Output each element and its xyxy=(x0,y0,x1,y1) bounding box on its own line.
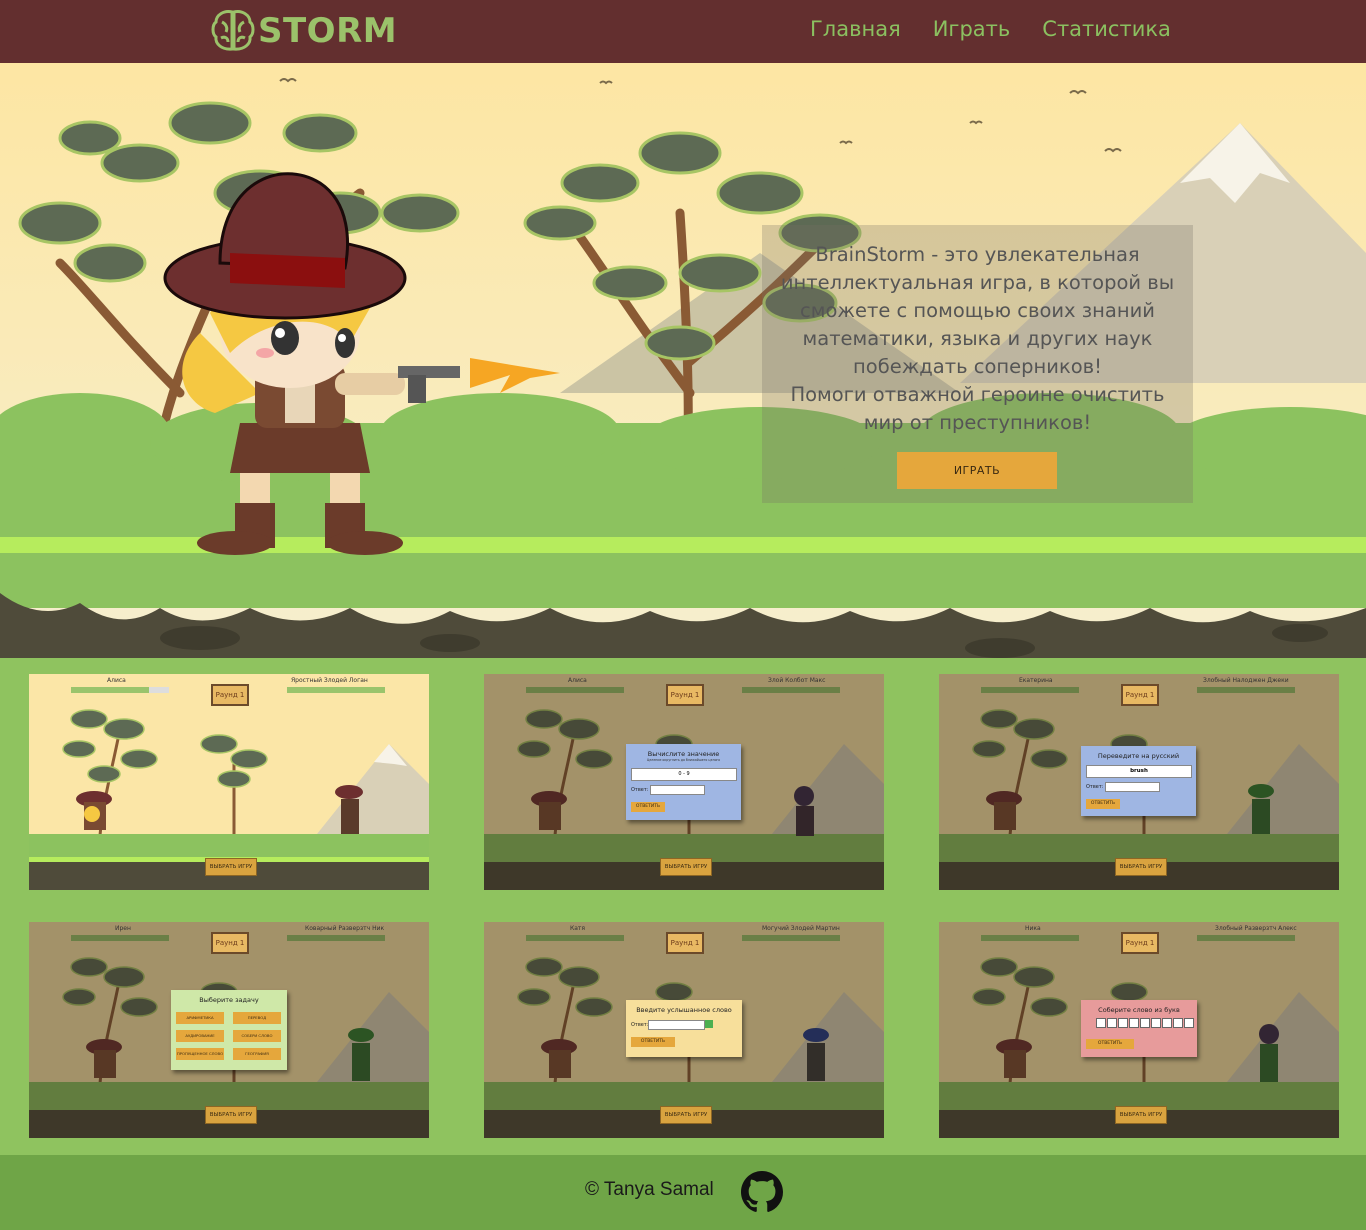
modal-title: Выберите задачу xyxy=(199,996,259,1004)
brand-logo[interactable]: STORM xyxy=(210,6,397,56)
player-name: Алиса xyxy=(107,677,126,684)
task-option: ПЕРЕВОД xyxy=(233,1012,281,1024)
task-modal: Переведите на русский brush Ответ: ОТВЕТ… xyxy=(1081,746,1196,816)
hero-description-line: интеллектуальная игра, в которой вы xyxy=(780,271,1175,294)
answer-label: Ответ: xyxy=(1086,784,1104,790)
copyright-text: © Tanya Samal xyxy=(585,1179,714,1200)
modal-title: Вычислите значение xyxy=(647,750,720,758)
main-nav: Главная Играть Статистика xyxy=(810,17,1171,41)
player-name: Алиса xyxy=(568,677,587,684)
round-badge: Раунд 1 xyxy=(211,932,249,954)
answer-button: ОТВЕТИТЬ xyxy=(631,802,665,812)
hero-description-line: Помоги отважной героине очистить xyxy=(790,383,1165,406)
round-badge: Раунд 1 xyxy=(1121,684,1159,706)
modal-title: Переведите на русский xyxy=(1097,752,1180,760)
answer-input xyxy=(650,785,705,795)
play-audio-icon xyxy=(705,1020,713,1028)
answer-input xyxy=(1105,782,1160,792)
player-name: Ника xyxy=(1025,925,1041,932)
answer-label: Ответ: xyxy=(631,787,649,793)
screenshot-thumbnail[interactable]: Ирен Коварный Разверзтч Ник Раунд 1 ВЫБР… xyxy=(29,922,429,1138)
enemy-name: Злобный Разверзтч Алекс xyxy=(1215,925,1297,932)
choose-game-button: ВЫБРАТЬ ИГРУ xyxy=(205,1106,257,1124)
round-badge: Раунд 1 xyxy=(211,684,249,706)
nav-play[interactable]: Играть xyxy=(933,17,1011,41)
screenshot-thumbnail[interactable]: Екатерина Злобный Налоджен Джеки Раунд 1… xyxy=(939,674,1339,890)
task-option: АУДИРОВАНИЕ xyxy=(176,1030,224,1042)
choose-game-button: ВЫБРАТЬ ИГРУ xyxy=(1115,1106,1167,1124)
enemy-name: Коварный Разверзтч Ник xyxy=(305,925,385,932)
screenshots-gallery: Алиса Яростный Злодей Логан Раунд 1 ВЫБР… xyxy=(0,658,1366,1155)
answer-button: ОТВЕТИТЬ xyxy=(631,1037,675,1047)
answer-input xyxy=(648,1020,705,1030)
word-field: brush xyxy=(1086,765,1192,778)
enemy-name: Могучий Злодей Мартин xyxy=(762,925,840,932)
footer: © Tanya Samal xyxy=(0,1155,1366,1230)
choose-game-button: ВЫБРАТЬ ИГРУ xyxy=(205,858,257,876)
round-badge: Раунд 1 xyxy=(666,684,704,706)
expression-field: 0 - 9 xyxy=(631,768,737,781)
github-icon[interactable] xyxy=(741,1171,783,1213)
modal-subtitle: Целение округлить до ближайшего целого xyxy=(646,758,721,762)
enemy-name: Яростный Злодей Логан xyxy=(291,677,368,684)
task-modal: Вычислите значение Целение округлить до … xyxy=(626,744,741,820)
hero-description-line: сможете с помощью своих знаний xyxy=(800,299,1155,322)
hero-description: BrainStorm - это увлекательная интеллект… xyxy=(762,241,1193,437)
modal-title: Введите услышанное слово xyxy=(636,1006,732,1014)
answer-button: ОТВЕТИТЬ xyxy=(1086,799,1120,809)
play-button[interactable]: ИГРАТЬ xyxy=(897,452,1057,489)
hero-description-line: побеждать соперников! xyxy=(853,355,1102,378)
nav-statistics[interactable]: Статистика xyxy=(1042,17,1171,41)
choose-game-button: ВЫБРАТЬ ИГРУ xyxy=(660,858,712,876)
nav-home[interactable]: Главная xyxy=(810,17,901,41)
screenshot-thumbnail[interactable]: Катя Могучий Злодей Мартин Раунд 1 ВЫБРА… xyxy=(484,922,884,1138)
top-navbar: STORM Главная Играть Статистика xyxy=(0,0,1366,63)
task-option: СОБЕРИ СЛОВО xyxy=(233,1030,281,1042)
task-option: ГЕОГРАФИЯ xyxy=(233,1048,281,1060)
answer-button: ОТВЕТИТЬ xyxy=(1086,1039,1134,1049)
enemy-name: Злобный Налоджен Джеки xyxy=(1203,677,1289,684)
task-modal: Соберите слово из букв ОТВЕТИТЬ xyxy=(1081,1000,1197,1057)
modal-title: Соберите слово из букв xyxy=(1098,1006,1180,1014)
enemy-name: Злой Колбот Макс xyxy=(768,677,826,684)
choose-game-button: ВЫБРАТЬ ИГРУ xyxy=(660,1106,712,1124)
task-modal: Выберите задачу АРИФМЕТИКА ПЕРЕВОД АУДИР… xyxy=(171,990,287,1070)
hero-description-line: математики, языка и других наук xyxy=(802,327,1153,350)
answer-label: Ответ: xyxy=(631,1022,649,1028)
player-name: Ирен xyxy=(115,925,131,932)
task-modal: Введите услышанное слово Ответ: ОТВЕТИТЬ xyxy=(626,1000,742,1057)
brain-logo-icon xyxy=(211,10,255,51)
letter-tiles xyxy=(1096,1018,1194,1028)
player-name: Екатерина xyxy=(1019,677,1053,684)
round-badge: Раунд 1 xyxy=(1121,932,1159,954)
round-badge: Раунд 1 xyxy=(666,932,704,954)
logo-text: STORM xyxy=(258,11,398,51)
hero-description-line: мир от преступников! xyxy=(863,411,1092,434)
hero-section: BrainStorm - это увлекательная интеллект… xyxy=(0,63,1366,658)
player-name: Катя xyxy=(570,925,586,932)
screenshot-thumbnail[interactable]: Алиса Яростный Злодей Логан Раунд 1 ВЫБР… xyxy=(29,674,429,890)
hero-description-line: BrainStorm - это увлекательная xyxy=(815,243,1140,266)
choose-game-button: ВЫБРАТЬ ИГРУ xyxy=(1115,858,1167,876)
screenshot-thumbnail[interactable]: Ника Злобный Разверзтч Алекс Раунд 1 ВЫБ… xyxy=(939,922,1339,1138)
task-option: ПРОПУЩЕННОЕ СЛОВО xyxy=(176,1048,224,1060)
hero-info-panel: BrainStorm - это увлекательная интеллект… xyxy=(762,225,1193,503)
screenshot-thumbnail[interactable]: Алиса Злой Колбот Макс Раунд 1 ВЫБРАТЬ И… xyxy=(484,674,884,890)
task-option: АРИФМЕТИКА xyxy=(176,1012,224,1024)
